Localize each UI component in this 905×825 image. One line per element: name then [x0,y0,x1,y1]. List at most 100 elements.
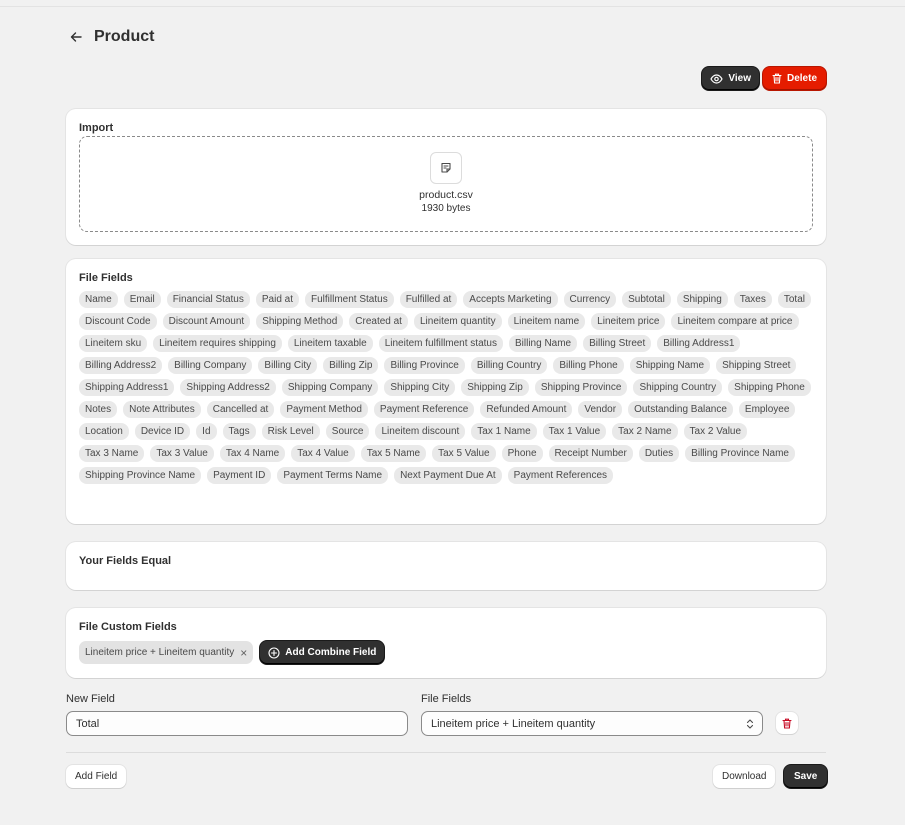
file-field-tag: Phone [501,445,543,462]
import-card: Import product.csv 1930 bytes [66,109,826,245]
file-field-tag: Payment References [507,467,614,484]
new-field-input[interactable]: Total [66,711,408,736]
file-field-tag: Discount Amount [162,313,251,330]
file-field-tag: Lineitem quantity [413,313,502,330]
file-field-tag: Billing Zip [323,357,379,374]
file-field-tag: Cancelled at [206,401,275,418]
delete-button[interactable]: Delete [762,67,826,90]
page-actions: View Delete [702,67,826,90]
view-button[interactable]: View [702,67,759,90]
file-fields-card: File Fields Name Email Financial Status Pai… [66,259,826,524]
file-field-tag: Billing City [258,357,318,374]
file-field-tag: Lineitem fulfillment status [378,335,503,352]
file-field-tag: Lineitem requires shipping [153,335,282,352]
file-dropzone[interactable]: product.csv 1930 bytes [79,136,813,232]
delete-label: Delete [786,73,817,84]
file-field-tag: Payment Method [280,401,368,418]
file-field-tag: Financial Status [166,291,250,308]
file-field-tag: Employee [738,401,796,418]
file-field-tag: Id [196,423,217,440]
file-field-tag: Refunded Amount [480,401,573,418]
arrow-left-icon [70,32,82,42]
save-button[interactable]: Save [784,765,828,788]
add-field-button[interactable]: Add Field [66,765,127,788]
file-field-tag: Billing Province [384,357,465,374]
file-field-tag: Billing Province Name [685,445,795,462]
plus-circle-icon [268,646,280,659]
page-title: Product [94,28,155,45]
trash-icon [772,73,782,84]
file-fields-select-value: Lineitem price + Lineitem quantity [431,717,596,730]
file-field-tag: Shipping Street [716,357,797,374]
file-field-tag: Subtotal [622,291,671,308]
file-field-tag: Shipping Method [256,313,344,330]
file-field-tag: Note Attributes [123,401,201,418]
file-field-tag: Shipping Province Name [79,467,202,484]
file-field-tag: Lineitem sku [79,335,148,352]
file-thumbnail [430,152,462,184]
file-field-tag: Shipping Country [633,379,723,396]
file-field-tag: Tax 1 Value [542,423,607,440]
file-field-tag: Lineitem discount [375,423,466,440]
footer-divider [66,752,826,753]
file-field-tag: Created at [349,313,408,330]
add-combine-field-button[interactable]: Add Combine Field [260,641,385,664]
file-field-tag: Tags [222,423,256,440]
file-field-tag: Billing Address2 [79,357,163,374]
file-icon [441,162,451,173]
custom-field-chip: Lineitem price + Lineitem quantity × [79,641,254,664]
download-button[interactable]: Download [713,765,776,788]
your-fields-equal-card: Your Fields Equal [66,542,826,590]
file-name: product.csv [419,189,473,201]
file-field-tag: Device ID [134,423,191,440]
file-field-tag: Tax 1 Name [471,423,537,440]
top-divider [0,6,905,7]
file-field-tag: Billing Phone [553,357,624,374]
file-field-tag: Discount Code [79,313,157,330]
new-field-value: Total [76,717,100,730]
file-fields-select[interactable]: Lineitem price + Lineitem quantity [421,711,763,736]
new-field-label: New Field [66,693,115,705]
page-header: Product [66,26,154,48]
custom-fields-row: Lineitem price + Lineitem quantity × Add… [79,641,813,664]
close-icon[interactable]: × [240,647,247,659]
file-field-tag: Fulfilled at [399,291,458,308]
file-field-tag: Receipt Number [548,445,633,462]
file-field-tag: Tax 4 Value [291,445,355,462]
file-field-tag: Name [79,291,118,308]
file-field-tag: Shipping Zip [461,379,529,396]
file-field-tag: Billing Name [508,335,578,352]
file-field-tag: Taxes [733,291,772,308]
file-field-tag: Shipping Name [629,357,711,374]
file-field-tag: Payment Terms Name [277,467,389,484]
file-field-tag: Duties [638,445,680,462]
file-field-tag: Tax 3 Value [150,445,214,462]
view-label: View [728,73,751,84]
file-field-tag: Total [777,291,811,308]
file-field-tag: Billing Company [168,357,253,374]
file-field-tag: Tax 4 Name [219,445,286,462]
file-field-tag: Notes [79,401,118,418]
file-size: 1930 bytes [421,203,471,214]
chevron-up-down-icon [746,718,754,729]
file-field-tag: Lineitem taxable [287,335,373,352]
file-field-tag: Shipping Address1 [79,379,175,396]
delete-field-button[interactable] [776,712,798,734]
file-field-tag: Lineitem name [507,313,586,330]
file-field-tag: Tax 2 Value [683,423,748,440]
file-field-tag: Shipping Phone [728,379,811,396]
file-field-tag: Tax 5 Value [432,445,496,462]
file-field-tag: Risk Level [261,423,320,440]
file-fields-tag-list: Name Email Financial Status Paid at Fulfillm… [79,291,813,484]
add-combine-field-label: Add Combine Field [285,647,377,658]
file-field-tag: Lineitem compare at price [671,313,799,330]
file-field-tag: Outstanding Balance [628,401,733,418]
back-button[interactable] [66,26,86,48]
file-field-tag: Next Payment Due At [394,467,502,484]
file-field-tag: Shipping Company [281,379,379,396]
file-field-tag: Location [79,423,129,440]
file-field-tag: Lineitem price [591,313,666,330]
file-fields-select-label: File Fields [421,693,472,705]
file-field-tag: Fulfillment Status [305,291,394,308]
file-field-tag: Payment ID [207,467,272,484]
